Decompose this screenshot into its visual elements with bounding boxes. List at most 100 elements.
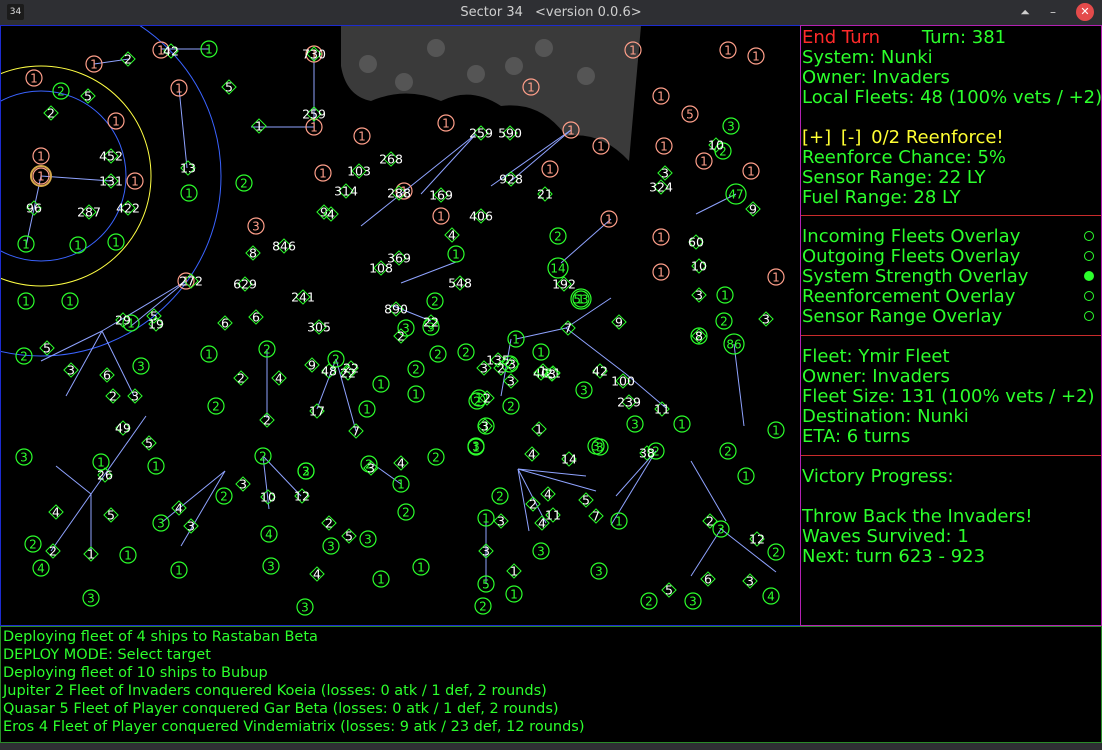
fleet-size-label: 26 <box>97 468 113 483</box>
fleet-size-label: 29 <box>115 313 131 328</box>
fleet-size-label: 1 <box>510 564 518 579</box>
fleet-size-label: 2 <box>483 391 491 406</box>
fleet-size-label: 3 <box>548 367 556 382</box>
overlay-system-strength[interactable]: System Strength Overlay <box>802 267 1101 287</box>
reenforce-plus-button[interactable]: [+] <box>802 127 831 148</box>
fleet-destination: Destination: Nunki <box>802 406 969 427</box>
fleet-size-label: 4 <box>327 207 335 222</box>
fleet-size-label: 3 <box>480 361 488 376</box>
fleet-size-label: 21 <box>537 187 553 202</box>
overlay-incoming-fleets[interactable]: Incoming Fleets Overlay <box>802 227 1101 247</box>
fleet-lane <box>180 470 226 547</box>
fleet-size-label: 108 <box>369 261 393 276</box>
overlay-radio[interactable] <box>1084 311 1094 321</box>
fleet-size-label: 1 <box>539 364 547 379</box>
star-system-strength: 2 <box>645 595 653 609</box>
overlay-outgoing-fleets[interactable]: Outgoing Fleets Overlay <box>802 247 1101 267</box>
galaxy-map[interactable]: 1111111111115111111111111111131111211111… <box>0 25 801 626</box>
log-line: Deploying fleet of 4 ships to Rastaban B… <box>3 629 318 645</box>
overlay-sensor-range[interactable]: Sensor Range Overlay <box>802 307 1101 327</box>
overlay-radio[interactable] <box>1084 231 1094 241</box>
fleet-size-label: 42 <box>592 364 608 379</box>
local-fleets: Local Fleets: 48 (100% vets / +2) <box>802 87 1102 108</box>
reenforce-minus-button[interactable]: [-] <box>841 127 862 148</box>
star-system-strength: 2 <box>772 546 780 560</box>
star-system-strength: 1 <box>205 43 213 57</box>
fleet-size-label: 48 <box>321 364 337 379</box>
fleet-size-label: 1 <box>535 422 543 437</box>
nebula-crater <box>577 67 595 85</box>
fleet-size-label: 5 <box>665 583 673 598</box>
fleet-size: Fleet Size: 131 (100% vets / +2) <box>802 386 1095 407</box>
fleet-size-label: 3 <box>497 514 505 529</box>
star-system-strength: 1 <box>442 117 450 131</box>
star-system-strength: 2 <box>507 400 515 414</box>
victory-heading: Victory Progress: <box>802 466 954 487</box>
star-system-strength: 1 <box>657 266 665 280</box>
fleet-size-label: 928 <box>499 172 523 187</box>
overlay-radio[interactable] <box>1084 291 1094 301</box>
star-system-strength: 1 <box>112 115 120 129</box>
star-system-strength: 2 <box>212 400 220 414</box>
window-version-text: <version 0.0.6> <box>535 5 642 20</box>
overlay-label: Reenforcement Overlay <box>802 286 1016 307</box>
overlay-radio-selected[interactable] <box>1084 271 1094 281</box>
end-turn-button[interactable]: End Turn <box>802 27 880 48</box>
fleet-size-label: 2 <box>237 371 245 386</box>
fleet-size-label: 17 <box>309 404 325 419</box>
reenforce-button[interactable]: 0/2 Reenforce! <box>871 127 1004 148</box>
nebula-crater <box>535 39 553 57</box>
star-system-strength: 3 <box>20 451 28 465</box>
minimize-button[interactable]: – <box>1044 3 1062 21</box>
fleet-size-label: 11 <box>545 508 561 523</box>
star-system-strength: 4 <box>265 528 273 542</box>
star-system-strength: 2 <box>240 177 248 191</box>
fleet-size-label: 2 <box>497 361 505 376</box>
fleet-size-label: 5 <box>43 341 51 356</box>
fleet-size-label: 4 <box>448 228 456 243</box>
fleet-size-label: 192 <box>552 277 576 292</box>
fleet-size-label: 8 <box>249 246 257 261</box>
star-system-strength: 2 <box>434 348 442 362</box>
star-system-strength: 2 <box>263 343 271 357</box>
fleet-lane <box>160 470 226 524</box>
fleet-size-label: 890 <box>384 302 408 317</box>
star-system-strength: 1 <box>772 424 780 438</box>
next-wave: Next: turn 623 - 923 <box>802 546 986 567</box>
nebula-crater <box>427 39 445 57</box>
fleet-size-label: 259 <box>469 126 493 141</box>
star-system-strength: 2 <box>259 450 267 464</box>
star-system-strength: 2 <box>724 445 732 459</box>
star-system-strength: 3 <box>595 565 603 579</box>
fleet-size-label: 10 <box>260 490 276 505</box>
fleet-size-label: 6 <box>103 368 111 383</box>
sidebar: End Turn Turn: 381 System: Nunki Owner: … <box>800 25 1102 626</box>
fleet-size-label: 9 <box>615 315 623 330</box>
fleet-size-label: 8 <box>695 329 703 344</box>
star-system-strength: 1 <box>597 140 605 154</box>
star-system-strength: 1 <box>629 44 637 58</box>
star-system-strength: 1 <box>657 90 665 104</box>
star-system-strength: 1 <box>377 378 385 392</box>
galaxy-map-canvas[interactable]: 111111 111 1 1151 1111111111111113111121 1 111… <box>1 26 801 626</box>
star-system-strength: 1 <box>412 388 420 402</box>
overlay-reenforcement[interactable]: Reenforcement Overlay <box>802 287 1101 307</box>
log-line: Eros 4 Fleet of Player conquered Vindemi… <box>3 719 585 735</box>
fuel-range: Fuel Range: 28 LY <box>802 187 961 208</box>
fleet-size-label: 3 <box>239 477 247 492</box>
fleet-size-label: 3 <box>482 544 490 559</box>
star-system-strength: 1 <box>567 124 575 138</box>
star-system-strength: 86 <box>726 338 741 352</box>
star-system-strength: 4 <box>37 562 45 576</box>
fleet-size-label: 42 <box>163 44 179 59</box>
overlay-radio[interactable] <box>1084 251 1094 261</box>
close-button[interactable]: ✕ <box>1076 3 1094 21</box>
system-owner: Owner: Invaders <box>802 67 950 88</box>
star-system-strength: 3 <box>717 523 725 537</box>
fleet-size-label: 5 <box>84 89 92 104</box>
pin-up-icon[interactable]: ⏶ <box>1016 3 1034 21</box>
fleet-size-label: 2 <box>325 516 333 531</box>
fleet-size-label: 4 <box>528 447 536 462</box>
star-system-strength: 1 <box>742 470 750 484</box>
fleet-owner: Owner: Invaders <box>802 366 950 387</box>
